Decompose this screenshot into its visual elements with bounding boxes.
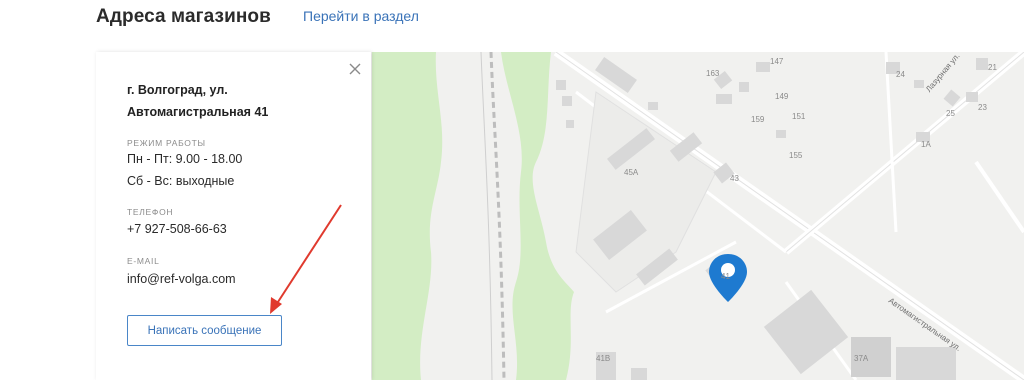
store-addresses-page: Адреса магазинов Перейти в раздел 163 14… bbox=[0, 0, 1024, 380]
write-message-button[interactable]: Написать сообщение bbox=[127, 315, 282, 346]
house-number: 159 bbox=[751, 115, 765, 124]
house-number: 43 bbox=[730, 174, 739, 183]
hours-weekdays: Пн - Пт: 9.00 - 18.00 bbox=[127, 152, 243, 166]
hours-weekend: Сб - Вс: выходные bbox=[127, 174, 235, 188]
address-line-street: Автомагистральная 41 bbox=[127, 105, 269, 119]
house-number: 163 bbox=[706, 69, 720, 78]
phone-value[interactable]: +7 927-508-66-63 bbox=[127, 218, 227, 240]
go-to-section-link[interactable]: Перейти в раздел bbox=[303, 8, 419, 24]
house-number: 41 bbox=[721, 272, 730, 281]
store-info-card: г. Волгоград, ул. Автомагистральная 41 Р… bbox=[96, 52, 371, 380]
page-title: Адреса магазинов bbox=[96, 6, 271, 27]
park-area bbox=[372, 52, 443, 380]
house-number: 37A bbox=[854, 354, 869, 363]
email-label: E-mail bbox=[127, 256, 160, 266]
house-number: 25 bbox=[946, 109, 955, 118]
house-number: 151 bbox=[792, 112, 806, 121]
house-number: 45A bbox=[624, 168, 639, 177]
house-number: 23 bbox=[978, 103, 987, 112]
house-number: 21 bbox=[988, 63, 997, 72]
house-number: 41B bbox=[596, 354, 611, 363]
house-number: 1A bbox=[921, 140, 931, 149]
house-number: 149 bbox=[775, 92, 789, 101]
house-number: 24 bbox=[896, 70, 905, 79]
map-buildings bbox=[556, 56, 988, 380]
address-line-city: г. Волгоград, ул. bbox=[127, 83, 228, 97]
phone-label: Телефон bbox=[127, 207, 174, 217]
email-value[interactable]: info@ref-volga.com bbox=[127, 268, 236, 290]
house-number: 147 bbox=[770, 57, 784, 66]
close-icon[interactable] bbox=[348, 62, 362, 76]
store-address: г. Волгоград, ул. Автомагистральная 41 bbox=[127, 79, 337, 123]
house-number: 155 bbox=[789, 151, 803, 160]
page-header: Адреса магазинов Перейти в раздел bbox=[96, 0, 419, 34]
hours-label: Режим работы bbox=[127, 138, 206, 148]
